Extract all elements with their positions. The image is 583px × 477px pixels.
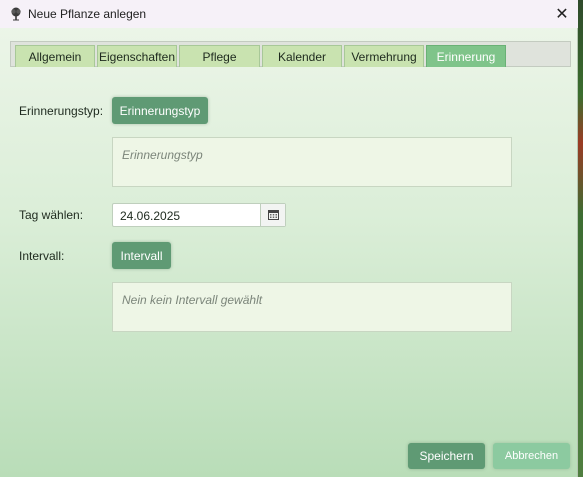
background-window-edge <box>578 0 583 477</box>
tab-label: Vermehrung <box>351 49 417 64</box>
interval-placeholder: Nein kein Intervall gewählt <box>122 293 263 307</box>
dialog-window: Neue Pflanze anlegen ✕ Allgemein Eigensc… <box>0 0 578 477</box>
tab-allgemein[interactable]: Allgemein <box>15 45 95 67</box>
reminder-type-field[interactable]: Erinnerungstyp <box>112 137 512 187</box>
day-label: Tag wählen: <box>19 208 84 222</box>
reminder-type-button-label: Erinnerungstyp <box>119 103 201 118</box>
calendar-button[interactable] <box>260 204 285 226</box>
tab-label: Erinnerung <box>436 49 496 64</box>
cancel-button-label: Abbrechen <box>504 450 559 462</box>
interval-label: Intervall: <box>19 249 65 263</box>
tab-label: Eigenschaften <box>98 49 176 64</box>
interval-button[interactable]: Intervall <box>112 242 171 269</box>
tab-label: Allgemein <box>28 49 82 64</box>
tree-icon <box>11 7 21 21</box>
reminder-type-placeholder: Erinnerungstyp <box>122 148 203 162</box>
date-picker[interactable]: 24.06.2025 <box>112 203 286 227</box>
close-button[interactable]: ✕ <box>548 2 576 26</box>
tab-bar: Allgemein Eigenschaften Pflege Kalender … <box>10 41 571 67</box>
date-value[interactable]: 24.06.2025 <box>120 209 180 223</box>
interval-button-label: Intervall <box>120 248 163 263</box>
tab-vermehrung[interactable]: Vermehrung <box>344 45 424 67</box>
reminder-type-label: Erinnerungstyp: <box>19 104 104 118</box>
cancel-button[interactable]: Abbrechen <box>493 443 570 469</box>
interval-field[interactable]: Nein kein Intervall gewählt <box>112 282 512 332</box>
reminder-type-button[interactable]: Erinnerungstyp <box>112 97 208 124</box>
tab-pflege[interactable]: Pflege <box>179 45 260 67</box>
tab-eigenschaften[interactable]: Eigenschaften <box>97 45 177 67</box>
calendar-icon <box>267 210 279 220</box>
save-button-label: Speichern <box>419 449 474 463</box>
tab-kalender[interactable]: Kalender <box>262 45 342 67</box>
tab-label: Pflege <box>202 49 237 64</box>
title-bar: Neue Pflanze anlegen ✕ <box>0 0 578 28</box>
window-title: Neue Pflanze anlegen <box>28 7 147 21</box>
tab-label: Kalender <box>277 49 327 64</box>
tab-erinnerung[interactable]: Erinnerung <box>426 45 506 67</box>
save-button[interactable]: Speichern <box>408 443 485 469</box>
close-icon: ✕ <box>555 6 569 23</box>
